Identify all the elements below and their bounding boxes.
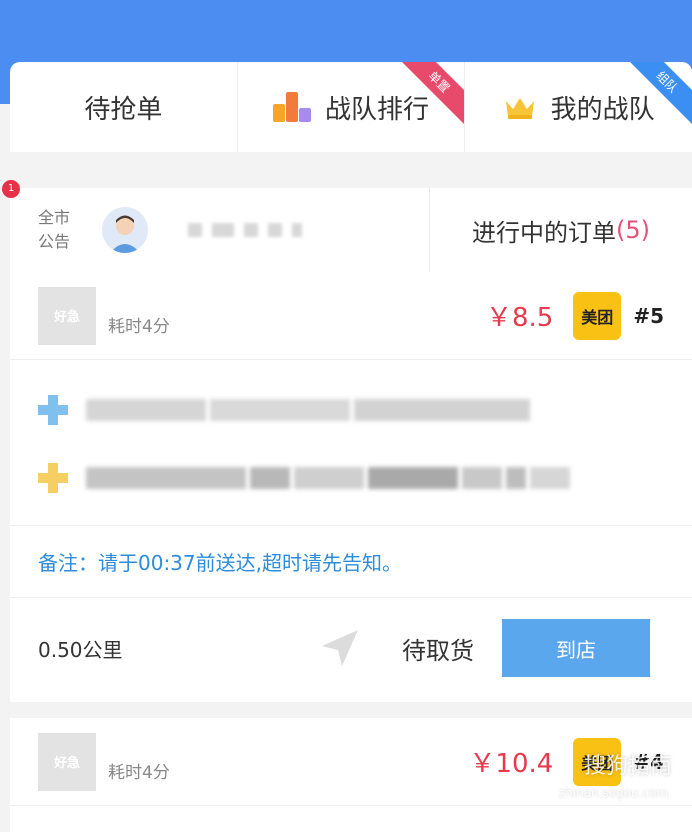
delivery-address [38,458,664,498]
store-logo: 好急 [38,286,96,345]
orders-in-progress-count: (5) [616,216,650,244]
order-number: #5 [633,303,664,328]
tab-bar: 待抢单 战队排行 单置 我的战队 组队 [10,62,692,152]
delivery-icon [38,463,68,493]
elapsed-time: 耗时4分 [108,763,170,783]
order-card[interactable]: 好急 耗时4分 ￥8.5 美团 #5 备注：请于00:37前送达,超时请先告知。… [10,272,692,702]
city-announcement-label: 全市公告 [38,208,71,251]
avatar [102,207,148,253]
order-footer: 0.50公里 待取货 到店 [10,598,692,698]
platform-badge: 美团 [573,291,622,340]
watermark-url: zhinan.sogou.com [558,786,668,800]
announcement-blurred-text [188,223,302,237]
orders-in-progress-label: 进行中的订单 [472,218,616,247]
watermark: 搜狗指南 [583,754,672,779]
tab-label: 战队排行 [325,94,430,125]
tab-label: 待抢单 [84,94,163,125]
navigation-arrow-icon[interactable] [318,626,362,670]
store-logo: 好急 [38,732,96,791]
city-announcement[interactable]: 全市公告 [10,188,430,272]
pickup-address [38,390,664,430]
tab-my-team[interactable]: 我的战队 组队 [464,62,692,152]
order-header: 好急 耗时4分 ￥8.5 美团 #5 [10,272,692,360]
order-note: 备注：请于00:37前送达,超时请先告知。 [10,526,692,598]
order-price: ￥8.5 [485,303,554,333]
order-price: ￥10.4 [469,749,554,779]
pickup-icon [38,395,68,425]
delivery-address-blurred [86,467,570,489]
arrive-store-button[interactable]: 到店 [502,619,650,677]
tab-team-ranking[interactable]: 战队排行 单置 [236,62,465,152]
person-icon [110,215,140,253]
crown-icon [505,98,534,119]
tab-pending-orders[interactable]: 待抢单 [10,62,237,152]
address-block [10,360,692,526]
announcement-row: 全市公告 进行中的订单 (5) [10,188,692,272]
elapsed-time: 耗时4分 [108,317,170,337]
notification-badge: 1 [2,180,20,198]
pickup-address-blurred [86,399,530,421]
ranking-icon [273,92,311,122]
tab-label: 我的战队 [550,94,655,125]
orders-in-progress[interactable]: 进行中的订单 (5) [430,188,692,272]
distance: 0.50公里 [38,637,123,662]
order-status: 待取货 [402,636,474,665]
